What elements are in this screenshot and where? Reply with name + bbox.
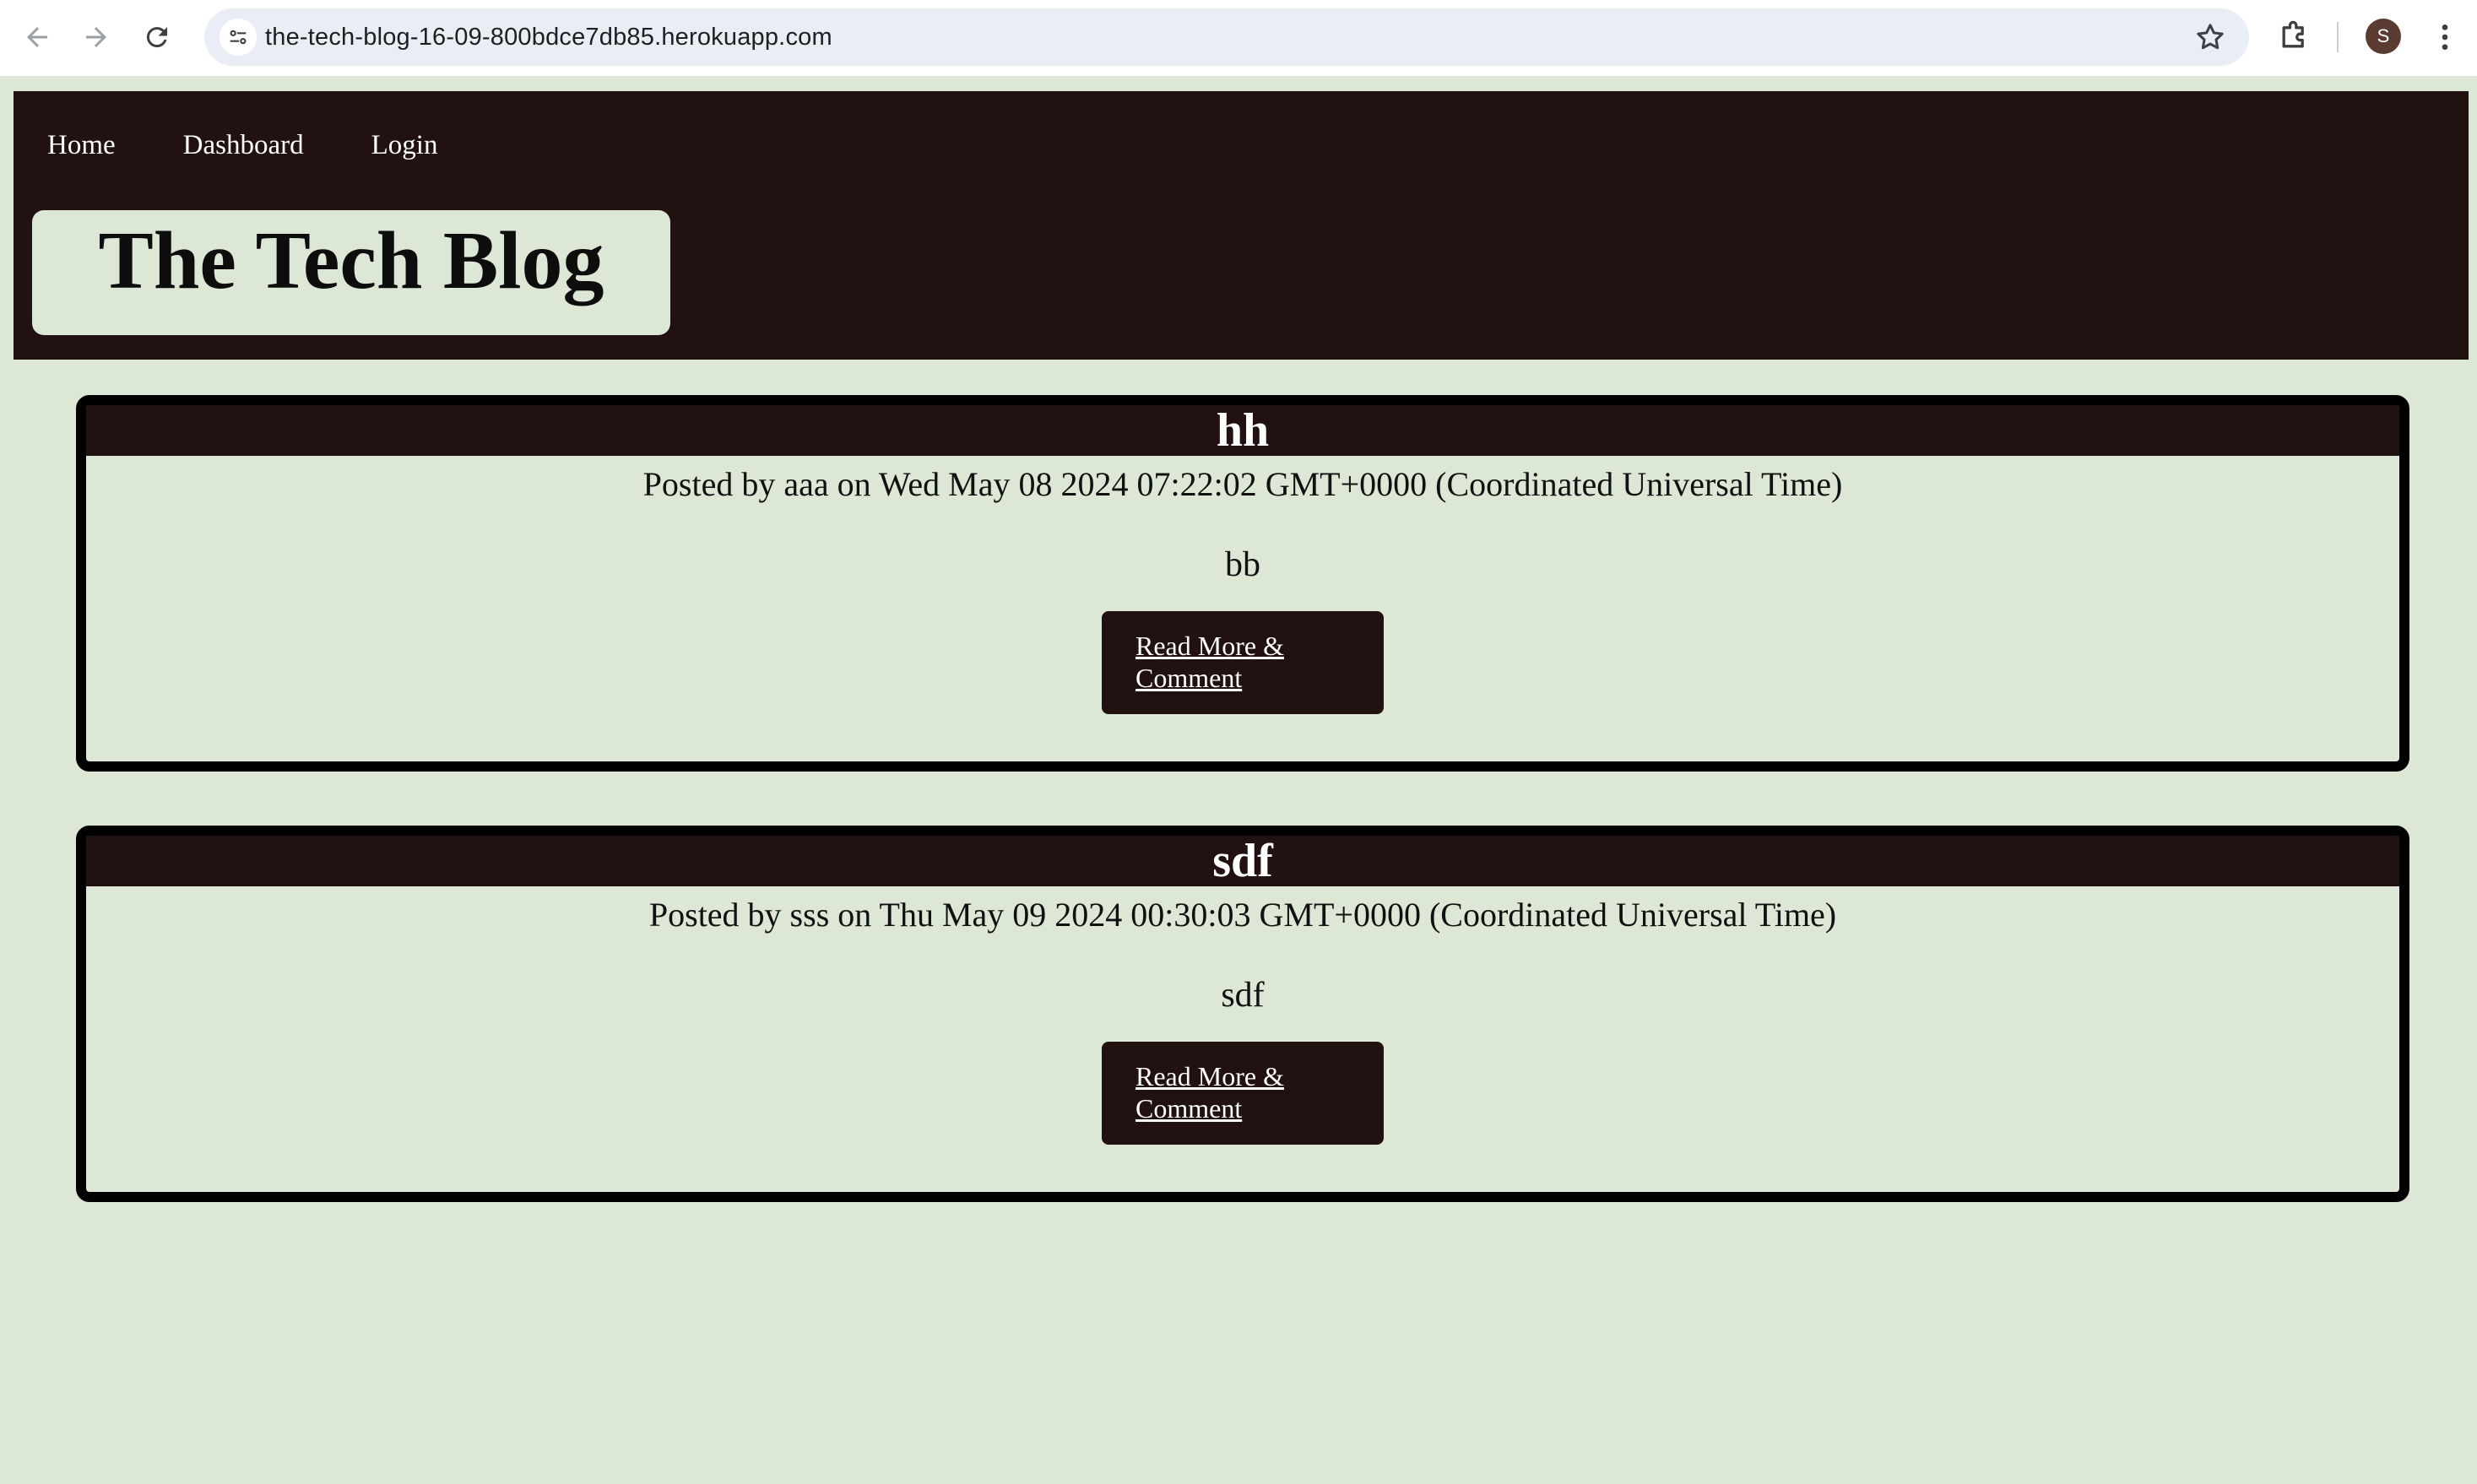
bookmark-star-icon[interactable] [2193,20,2227,54]
read-more-link[interactable]: Read More & Comment [1136,631,1284,693]
browser-toolbar: the-tech-blog-16-09-800bdce7db85.herokua… [0,0,2477,76]
url-text[interactable]: the-tech-blog-16-09-800bdce7db85.herokua… [265,8,832,66]
forward-arrow-icon[interactable] [78,19,115,56]
reload-icon[interactable] [138,19,176,56]
profile-avatar[interactable]: S [2366,19,2401,54]
back-arrow-icon[interactable] [19,19,56,56]
read-more-button[interactable]: Read More & Comment [1102,1042,1384,1145]
post-meta: Posted by sss on Thu May 09 2024 00:30:0… [648,896,1837,934]
post-body: bb [1225,545,1260,584]
nav-login-link[interactable]: Login [371,130,438,161]
site-title: The Tech Blog [98,215,604,306]
read-more-link[interactable]: Read More & Comment [1136,1061,1284,1124]
address-bar[interactable]: the-tech-blog-16-09-800bdce7db85.herokua… [204,8,2249,66]
site-info-icon[interactable] [220,19,257,56]
post-body: sdf [1221,976,1265,1015]
post-card: hh Posted by aaa on Wed May 08 2024 07:2… [76,395,2409,772]
nav-home-link[interactable]: Home [47,130,116,161]
post-meta: Posted by aaa on Wed May 08 2024 07:22:0… [642,465,1843,503]
toolbar-divider [2337,22,2339,52]
read-more-button[interactable]: Read More & Comment [1102,611,1384,714]
nav-dashboard-link[interactable]: Dashboard [183,130,304,161]
post-title: sdf [86,836,2399,886]
extensions-puzzle-icon[interactable] [2276,17,2313,54]
site-header: Home Dashboard Login The Tech Blog [14,91,2469,360]
post-card: sdf Posted by sss on Thu May 09 2024 00:… [76,826,2409,1202]
main-nav: Home Dashboard Login [47,130,505,161]
post-title: hh [86,405,2399,456]
site-title-box: The Tech Blog [32,210,670,335]
kebab-menu-icon[interactable] [2428,19,2462,56]
